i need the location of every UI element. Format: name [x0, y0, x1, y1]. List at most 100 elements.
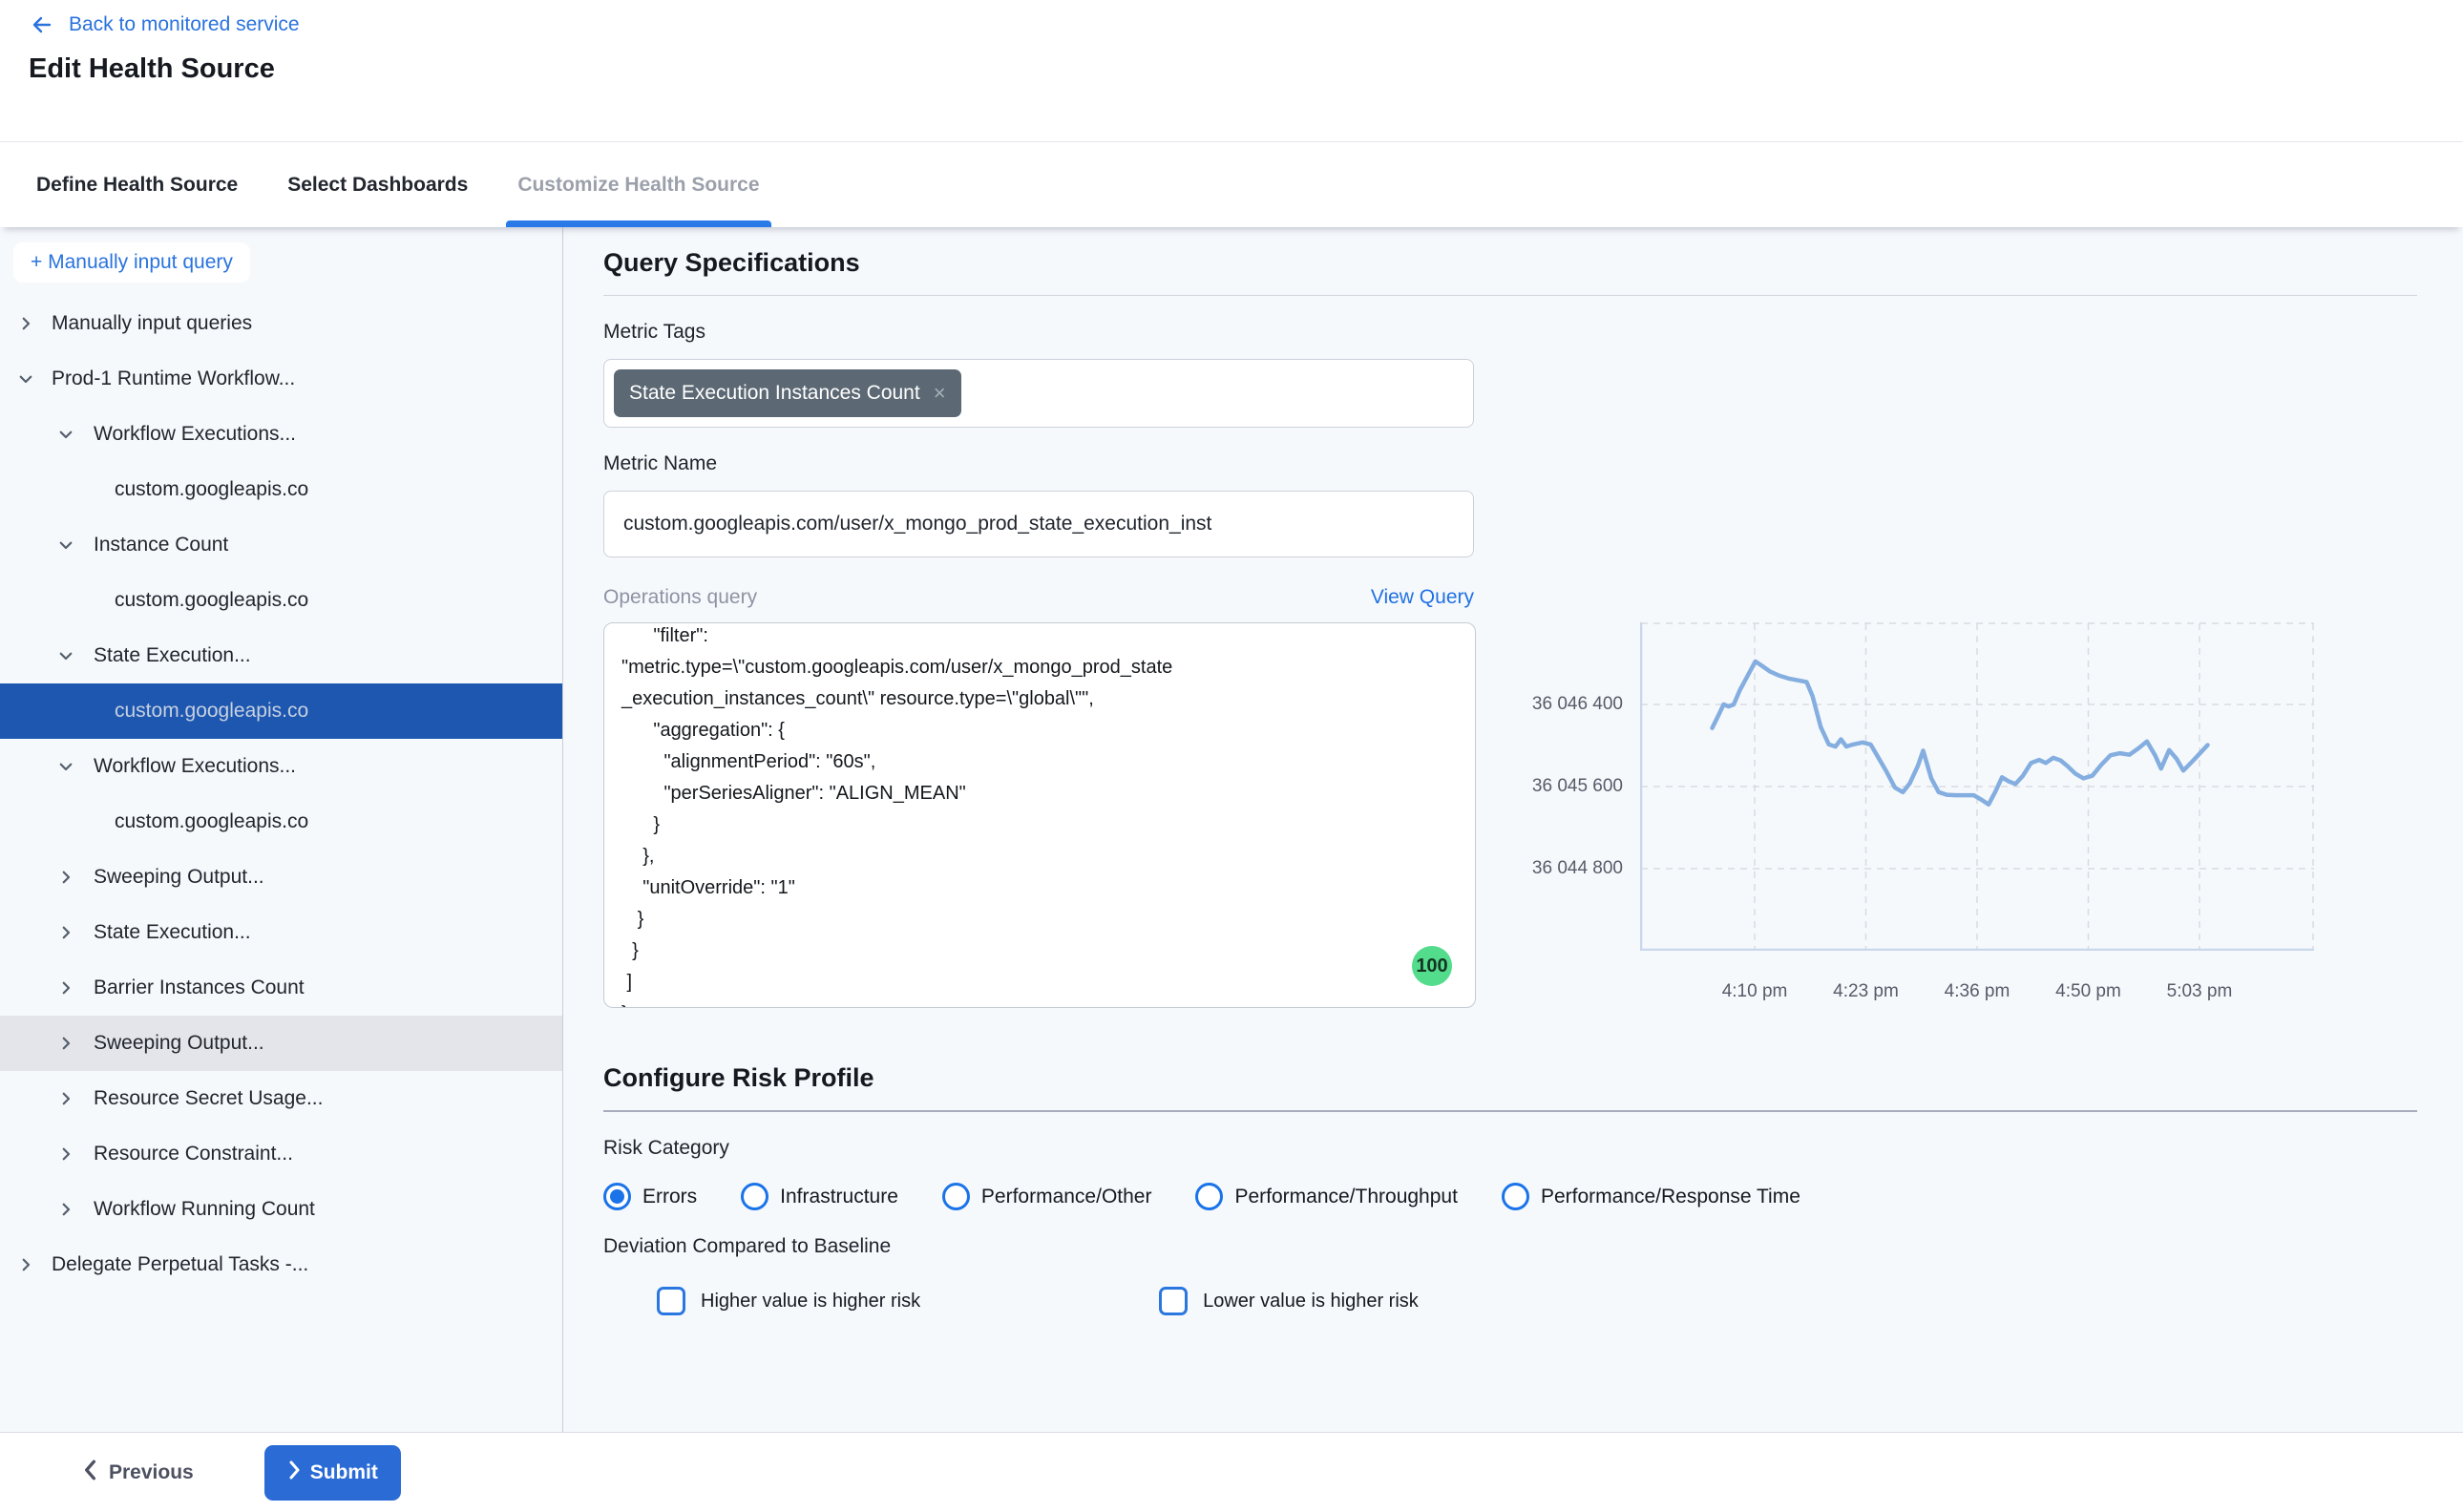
tree-item-workflow-executions[interactable]: Workflow Executions... — [0, 407, 562, 462]
view-query-link[interactable]: View Query — [1371, 586, 1474, 609]
tree-item-label: Resource Constraint... — [94, 1143, 293, 1166]
metric-tags-input[interactable]: State Execution Instances Count × — [603, 359, 1474, 428]
metric-line-series — [1713, 662, 2208, 805]
submit-button[interactable]: Submit — [264, 1445, 401, 1501]
deviation-checkbox-lower-value-is-higher-risk[interactable]: Lower value is higher risk — [1159, 1287, 1419, 1315]
operations-query-label: Operations query — [603, 586, 757, 609]
chevron-down-icon[interactable] — [55, 758, 76, 775]
chevron-down-icon[interactable] — [55, 426, 76, 443]
back-link-label: Back to monitored service — [69, 13, 300, 36]
tree-item-label: Sweeping Output... — [94, 1032, 264, 1055]
deviation-options: Higher value is higher risk Lower value i… — [603, 1287, 2417, 1315]
deviation-checkbox-higher-value-is-higher-risk[interactable]: Higher value is higher risk — [657, 1287, 920, 1315]
checkbox-unchecked-icon[interactable] — [657, 1287, 685, 1315]
chevron-right-icon[interactable] — [55, 1035, 76, 1052]
wizard-footer: Previous Submit — [0, 1432, 2463, 1512]
operations-query-text: "filter": "metric.type=\"custom.googleap… — [621, 622, 1458, 1008]
tree-item-manually-input-queries[interactable]: Manually input queries — [0, 296, 562, 351]
operations-query-editor[interactable]: "filter": "metric.type=\"custom.googleap… — [603, 622, 1476, 1008]
tree-item-prod-1-runtime-workflow[interactable]: Prod-1 Runtime Workflow... — [0, 351, 562, 407]
configure-risk-profile-title: Configure Risk Profile — [603, 1063, 2417, 1093]
chart-plot-area — [1640, 622, 2314, 951]
risk-radio-performance-throughput[interactable]: Performance/Throughput — [1195, 1183, 1457, 1210]
tree-item-state-execution[interactable]: State Execution... — [0, 905, 562, 960]
tree-item-label: custom.googleapis.co — [115, 700, 308, 723]
tree-item-label: Instance Count — [94, 534, 228, 556]
tree-item-workflow-running-count[interactable]: Workflow Running Count — [0, 1182, 562, 1237]
tree-item-label: Resource Secret Usage... — [94, 1087, 323, 1110]
chevron-right-icon[interactable] — [55, 1145, 76, 1163]
risk-radio-performance-response-time[interactable]: Performance/Response Time — [1502, 1183, 1800, 1210]
y-tick-label: 36 045 600 — [1532, 776, 1623, 797]
tree-item-label: State Execution... — [94, 644, 251, 667]
chevron-right-icon[interactable] — [55, 1201, 76, 1218]
tree-item-delegate-perpetual-tasks[interactable]: Delegate Perpetual Tasks -... — [0, 1237, 562, 1292]
radio-unselected-icon[interactable] — [1502, 1183, 1529, 1210]
tree-item-sweeping-output[interactable]: Sweeping Output... — [0, 850, 562, 905]
tree-item-resource-constraint[interactable]: Resource Constraint... — [0, 1126, 562, 1182]
tree-item-label: Workflow Executions... — [94, 755, 296, 778]
metric-preview-chart: 36 046 40036 045 60036 044 800 4:10 pm4:… — [1503, 609, 2343, 1019]
chevron-right-icon[interactable] — [55, 869, 76, 886]
query-specifications-title: Query Specifications — [603, 248, 2417, 278]
tab-customize-health-source[interactable]: Customize Health Source — [493, 142, 784, 227]
risk-radio-errors[interactable]: Errors — [603, 1183, 697, 1210]
wizard-tabs: Define Health SourceSelect DashboardsCus… — [0, 141, 2463, 227]
chevron-right-icon[interactable] — [15, 1256, 36, 1273]
tree-item-workflow-executions[interactable]: Workflow Executions... — [0, 739, 562, 794]
remove-tag-icon[interactable]: × — [934, 381, 946, 406]
tab-define-health-source[interactable]: Define Health Source — [11, 142, 263, 227]
chevron-down-icon[interactable] — [55, 647, 76, 664]
chevron-right-icon[interactable] — [55, 924, 76, 941]
main-panel: Query Specifications Metric Tags State E… — [564, 227, 2463, 1432]
back-arrow-icon — [29, 13, 55, 36]
radio-unselected-icon[interactable] — [1195, 1183, 1223, 1210]
metric-name-value: custom.googleapis.com/user/x_mongo_prod_… — [623, 513, 1211, 536]
chevron-right-icon[interactable] — [55, 979, 76, 997]
chevron-down-icon[interactable] — [15, 370, 36, 388]
checkbox-label: Higher value is higher risk — [701, 1291, 920, 1312]
tree-item-custom-googleapis-co[interactable]: custom.googleapis.co — [0, 794, 562, 850]
tree-item-instance-count[interactable]: Instance Count — [0, 517, 562, 573]
submit-button-label: Submit — [310, 1461, 378, 1484]
page-title: Edit Health Source — [29, 53, 2463, 85]
tree-item-custom-googleapis-co[interactable]: custom.googleapis.co — [0, 573, 562, 628]
tree-item-sweeping-output[interactable]: Sweeping Output... — [0, 1016, 562, 1071]
tree-item-label: custom.googleapis.co — [115, 810, 308, 833]
tree-item-state-execution[interactable]: State Execution... — [0, 628, 562, 683]
tree-item-label: Barrier Instances Count — [94, 976, 305, 999]
tree-item-custom-googleapis-co[interactable]: custom.googleapis.co — [0, 462, 562, 517]
tree-item-resource-secret-usage[interactable]: Resource Secret Usage... — [0, 1071, 562, 1126]
radio-label: Errors — [642, 1186, 697, 1208]
checkbox-unchecked-icon[interactable] — [1159, 1287, 1188, 1315]
y-tick-label: 36 044 800 — [1532, 858, 1623, 879]
section-divider — [603, 1110, 2417, 1112]
risk-radio-infrastructure[interactable]: Infrastructure — [741, 1183, 898, 1210]
metric-tags-label: Metric Tags — [603, 321, 2417, 344]
tree-item-custom-googleapis-co[interactable]: custom.googleapis.co — [0, 683, 562, 739]
tree-item-label: Prod-1 Runtime Workflow... — [52, 368, 295, 390]
chevron-right-icon — [287, 1460, 301, 1485]
deviation-label: Deviation Compared to Baseline — [603, 1235, 2417, 1258]
risk-radio-performance-other[interactable]: Performance/Other — [942, 1183, 1152, 1210]
chevron-right-icon[interactable] — [15, 315, 36, 332]
chevron-right-icon[interactable] — [55, 1090, 76, 1107]
previous-button-label: Previous — [109, 1461, 194, 1484]
metric-name-input[interactable]: custom.googleapis.com/user/x_mongo_prod_… — [603, 491, 1474, 557]
radio-unselected-icon[interactable] — [741, 1183, 768, 1210]
radio-selected-icon[interactable] — [603, 1183, 631, 1210]
x-tick-label: 4:36 pm — [1945, 981, 2010, 1002]
tree-item-label: custom.googleapis.co — [115, 589, 308, 612]
chevron-left-icon — [82, 1460, 97, 1486]
tree-item-label: Manually input queries — [52, 312, 252, 335]
tab-select-dashboards[interactable]: Select Dashboards — [263, 142, 493, 227]
back-to-monitored-service-link[interactable]: Back to monitored service — [29, 13, 300, 36]
metric-tag-chip-label: State Execution Instances Count — [629, 382, 920, 405]
chevron-down-icon[interactable] — [55, 536, 76, 554]
radio-unselected-icon[interactable] — [942, 1183, 970, 1210]
radio-label: Performance/Response Time — [1541, 1186, 1800, 1208]
add-manual-query-button[interactable]: + Manually input query — [13, 242, 250, 283]
tree-item-barrier-instances-count[interactable]: Barrier Instances Count — [0, 960, 562, 1016]
tree-item-label: Sweeping Output... — [94, 866, 264, 889]
previous-button[interactable]: Previous — [82, 1460, 194, 1486]
